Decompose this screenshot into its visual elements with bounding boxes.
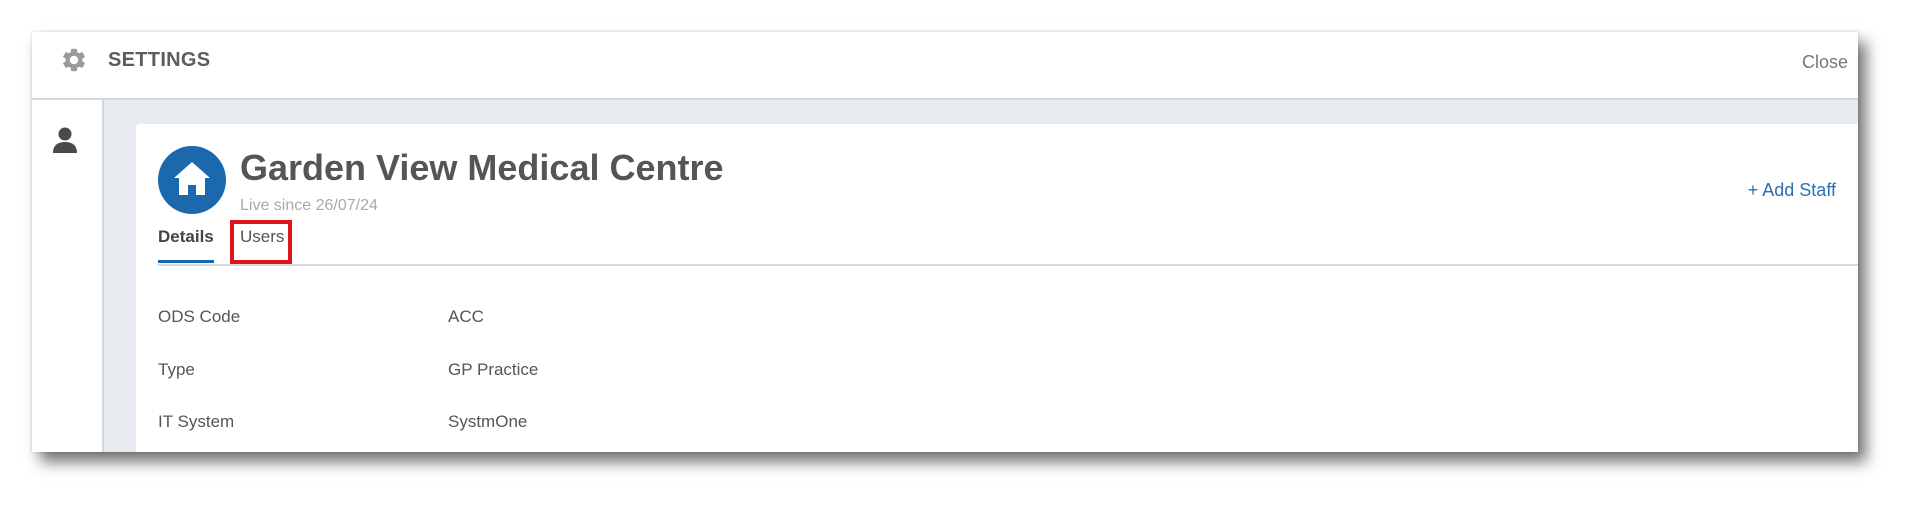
organisation-card: Garden View Medical Centre Live since 26… — [136, 124, 1858, 452]
it-system-label: IT System — [158, 412, 235, 431]
organisation-avatar — [158, 146, 226, 214]
organisation-live-since: Live since 26/07/24 — [240, 197, 378, 214]
gear-icon — [60, 46, 88, 74]
home-icon — [174, 162, 210, 195]
main-content: Garden View Medical Centre Live since 26… — [104, 100, 1858, 452]
organisation-name: Garden View Medical Centre — [240, 147, 724, 188]
close-button[interactable]: Close — [1802, 48, 1848, 76]
user-icon[interactable] — [52, 126, 78, 154]
add-staff-button[interactable]: + Add Staff — [1748, 178, 1836, 202]
ods-code-value: ACC — [448, 307, 484, 326]
it-system-value: SystmOne — [448, 412, 528, 431]
page-title: SETTINGS — [108, 49, 211, 71]
type-value: GP Practice — [448, 360, 539, 379]
settings-window: SETTINGS Close Garden View Medical Centr… — [32, 32, 1858, 452]
ods-code-label: ODS Code — [158, 307, 241, 326]
sidebar — [32, 100, 104, 452]
tab-bar: Details Users — [158, 216, 1858, 266]
settings-header: SETTINGS Close — [32, 32, 1858, 100]
users-tab-highlight — [230, 220, 292, 264]
tab-details[interactable]: Details — [158, 224, 214, 263]
type-label: Type — [158, 360, 195, 379]
